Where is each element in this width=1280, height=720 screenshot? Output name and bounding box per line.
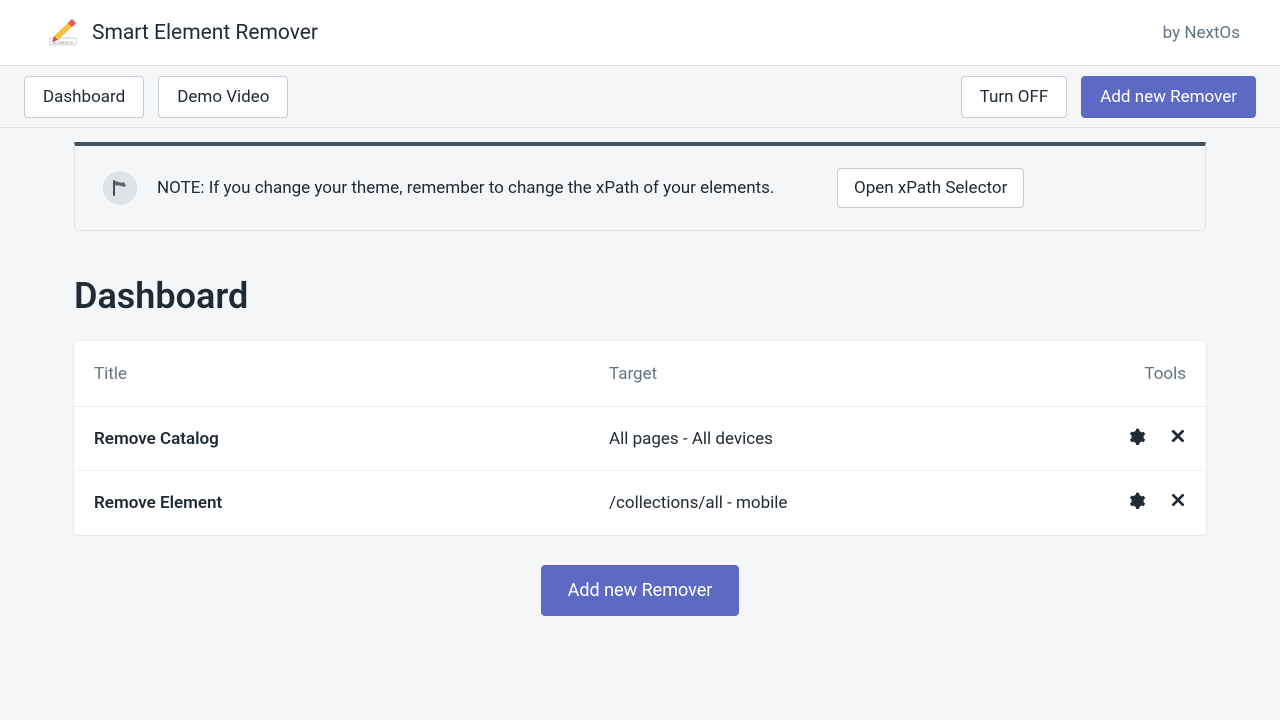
app-logo: ELEMENTS [48, 18, 78, 48]
notice-banner: NOTE: If you change your theme, remember… [74, 142, 1206, 231]
row-title: Remove Element [94, 493, 609, 513]
svg-text:ELEMENTS: ELEMENTS [53, 40, 74, 45]
row-target: All pages - All devices [609, 429, 1096, 449]
toolbar: Dashboard Demo Video Turn OFF Add new Re… [0, 66, 1280, 128]
col-header-tools: Tools [1096, 364, 1186, 384]
demo-video-button[interactable]: Demo Video [158, 76, 288, 118]
topbar-left: ELEMENTS Smart Element Remover [48, 18, 318, 48]
add-new-remover-button[interactable]: Add new Remover [1081, 76, 1256, 118]
gear-icon[interactable] [1128, 428, 1146, 450]
close-icon[interactable] [1170, 492, 1186, 514]
row-target: /collections/all - mobile [609, 493, 1096, 513]
row-tools [1096, 492, 1186, 514]
table-row: Remove Catalog All pages - All devices [74, 407, 1206, 471]
col-header-title: Title [94, 364, 609, 384]
table-row: Remove Element /collections/all - mobile [74, 471, 1206, 535]
topbar: ELEMENTS Smart Element Remover by NextOs [0, 0, 1280, 66]
notice-text: NOTE: If you change your theme, remember… [157, 178, 817, 198]
close-icon[interactable] [1170, 428, 1186, 450]
dashboard-button[interactable]: Dashboard [24, 76, 144, 118]
open-xpath-selector-button[interactable]: Open xPath Selector [837, 168, 1024, 208]
row-title: Remove Catalog [94, 429, 609, 449]
removers-table: Title Target Tools Remove Catalog All pa… [74, 341, 1206, 535]
page-title: Dashboard [74, 275, 1206, 317]
turn-off-button[interactable]: Turn OFF [961, 76, 1068, 118]
gear-icon[interactable] [1128, 492, 1146, 514]
add-new-remover-button-bottom[interactable]: Add new Remover [541, 565, 740, 616]
toolbar-left: Dashboard Demo Video [24, 76, 288, 118]
app-title: Smart Element Remover [92, 21, 318, 45]
flag-icon [103, 171, 137, 205]
col-header-target: Target [609, 364, 1096, 384]
toolbar-right: Turn OFF Add new Remover [961, 76, 1256, 118]
content: NOTE: If you change your theme, remember… [0, 142, 1280, 616]
bottom-cta: Add new Remover [74, 565, 1206, 616]
by-label: by NextOs [1163, 23, 1240, 43]
table-header: Title Target Tools [74, 341, 1206, 407]
row-tools [1096, 428, 1186, 450]
